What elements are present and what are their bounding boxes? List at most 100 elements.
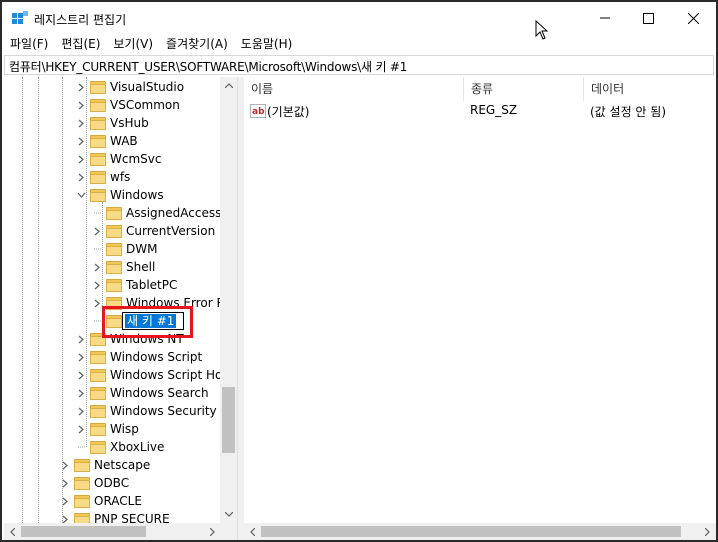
list-row[interactable]: ab (기본값) REG_SZ (값 설정 안 됨)	[244, 101, 716, 121]
folder-icon	[90, 368, 106, 382]
tree-horizontal-scrollbar[interactable]	[4, 523, 237, 540]
scroll-down-arrow-icon[interactable]	[220, 506, 237, 523]
red-highlight-box	[102, 306, 193, 338]
tree-item[interactable]: wfs	[76, 168, 130, 186]
menu-help[interactable]: 도움말(H)	[233, 34, 298, 54]
tree-item[interactable]: WAB	[76, 132, 138, 150]
folder-icon	[106, 278, 122, 292]
folder-icon	[74, 458, 90, 472]
expand-chevron-icon[interactable]	[76, 100, 86, 110]
tree-item[interactable]: Windows	[76, 186, 164, 204]
tree-connector	[92, 208, 102, 218]
list-horizontal-scroll-thumb[interactable]	[261, 526, 681, 537]
folder-icon	[90, 134, 106, 148]
expand-chevron-icon[interactable]	[76, 136, 86, 146]
expand-chevron-icon[interactable]	[76, 370, 86, 380]
tree-item[interactable]: Windows Script	[76, 348, 202, 366]
tree-item[interactable]: VsHub	[76, 114, 149, 132]
tree-item-label: Windows Security H	[110, 404, 230, 418]
expand-chevron-icon[interactable]	[76, 406, 86, 416]
tree-horizontal-scroll-thumb[interactable]	[21, 526, 146, 537]
value-type: REG_SZ	[470, 103, 518, 117]
folder-icon	[106, 224, 122, 238]
expand-chevron-icon[interactable]	[76, 424, 86, 434]
value-data: (값 설정 안 됨)	[590, 105, 667, 119]
tree-item-label: Windows Script Hos	[110, 368, 229, 382]
tree-item-label: wfs	[110, 170, 131, 184]
collapse-chevron-icon[interactable]	[76, 190, 86, 200]
tree-item-label: VsHub	[110, 116, 149, 130]
minimize-icon	[600, 17, 610, 19]
tree-item[interactable]: ODBC	[60, 474, 129, 492]
scroll-left-arrow-icon[interactable]	[4, 523, 21, 540]
folder-icon	[90, 188, 106, 202]
menu-edit[interactable]: 편집(E)	[53, 34, 105, 54]
tree-item-label: ORACLE	[94, 494, 142, 508]
tree-item-label: WcmSvc	[110, 152, 162, 166]
tree-item[interactable]: ORACLE	[60, 492, 142, 510]
tree-vertical-scrollbar[interactable]	[220, 77, 237, 523]
expand-chevron-icon[interactable]	[76, 334, 86, 344]
expand-chevron-icon[interactable]	[76, 388, 86, 398]
tree-item[interactable]: Windows Search	[76, 384, 209, 402]
menu-view[interactable]: 보기(V)	[105, 34, 158, 54]
expand-chevron-icon[interactable]	[60, 496, 70, 506]
tree-vertical-scroll-thumb[interactable]	[222, 387, 235, 453]
key-tree-pane[interactable]: VisualStudio VSCommon VsHub WAB WcmSvc wfs Win…	[4, 77, 238, 540]
close-button[interactable]	[670, 2, 716, 34]
tree-item-label: VSCommon	[110, 98, 180, 112]
tree-item[interactable]: DWM	[92, 240, 157, 258]
menu-file[interactable]: 파일(F)	[2, 34, 53, 54]
column-data-header[interactable]: 데이터	[584, 77, 716, 101]
expand-chevron-icon[interactable]	[92, 226, 102, 236]
maximize-button[interactable]	[625, 2, 671, 34]
scroll-left-arrow-icon[interactable]	[244, 523, 261, 540]
minimize-button[interactable]	[582, 2, 628, 34]
scroll-up-arrow-icon[interactable]	[220, 77, 237, 94]
address-bar[interactable]: 컴퓨터\HKEY_CURRENT_USER\SOFTWARE\Microsoft…	[4, 55, 714, 75]
tree-item-label: AssignedAccessC	[126, 206, 230, 220]
tree-item-label: Windows Script	[110, 350, 203, 364]
expand-chevron-icon[interactable]	[60, 478, 70, 488]
expand-chevron-icon[interactable]	[76, 172, 86, 182]
close-icon	[687, 12, 699, 24]
values-list-pane[interactable]: 이름 종류 데이터 ab (기본값) REG_SZ (값 설정 안 됨)	[244, 77, 716, 540]
tree-item[interactable]: XboxLive	[76, 438, 164, 456]
list-horizontal-scrollbar[interactable]	[244, 523, 716, 540]
scroll-right-arrow-icon[interactable]	[204, 523, 221, 540]
tree-item[interactable]: WcmSvc	[76, 150, 161, 168]
tree-item[interactable]: Windows Security H	[76, 402, 230, 420]
tree-item[interactable]: Netscape	[60, 456, 150, 474]
tree-item[interactable]: AssignedAccessC	[92, 204, 230, 222]
tree-item[interactable]: Windows Script Hos	[76, 366, 229, 384]
expand-chevron-icon[interactable]	[76, 82, 86, 92]
folder-icon	[74, 494, 90, 508]
column-type-header[interactable]: 종류	[464, 77, 584, 101]
menu-favorites[interactable]: 즐겨찾기(A)	[158, 34, 233, 54]
tree-connector	[92, 316, 102, 326]
expand-chevron-icon[interactable]	[92, 298, 102, 308]
registry-editor-window: 레지스트리 편집기 파일(F) 편집(E) 보기(V) 즐겨찾기(A) 도움말(…	[0, 0, 718, 542]
string-value-icon: ab	[250, 104, 266, 118]
expand-chevron-icon[interactable]	[92, 280, 102, 290]
tree-item-label: WAB	[110, 134, 138, 148]
tree-item[interactable]: Shell	[92, 258, 155, 276]
tree-guide-line	[22, 77, 23, 523]
column-name-header[interactable]: 이름	[244, 77, 464, 101]
expand-chevron-icon[interactable]	[76, 154, 86, 164]
tree-item[interactable]: TabletPC	[92, 276, 177, 294]
folder-icon	[90, 386, 106, 400]
tree-item[interactable]: Wisp	[76, 420, 139, 438]
scroll-right-arrow-icon[interactable]	[699, 523, 716, 540]
tree-item-label: ODBC	[94, 476, 130, 490]
expand-chevron-icon[interactable]	[76, 352, 86, 362]
tree-item-label: CurrentVersion	[126, 224, 216, 238]
folder-icon	[74, 476, 90, 490]
tree-item[interactable]: VisualStudio	[76, 78, 184, 96]
tree-item[interactable]: CurrentVersion	[92, 222, 215, 240]
expand-chevron-icon[interactable]	[60, 460, 70, 470]
expand-chevron-icon[interactable]	[76, 118, 86, 128]
tree-item[interactable]: VSCommon	[76, 96, 180, 114]
expand-chevron-icon[interactable]	[92, 262, 102, 272]
folder-icon	[106, 206, 122, 220]
